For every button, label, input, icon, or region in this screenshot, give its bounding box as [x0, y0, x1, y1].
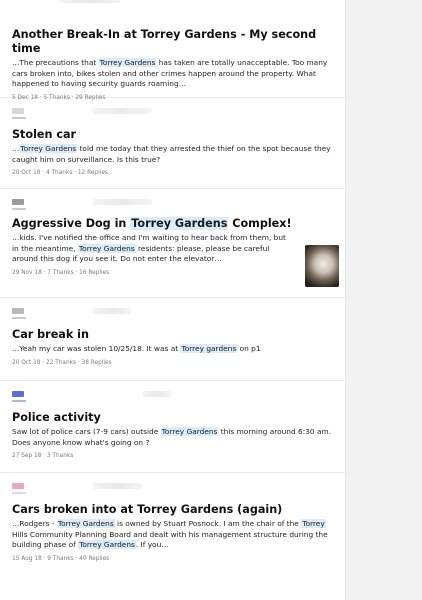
- post-excerpt: …Yeah my car was stolen 10/25/18. It was…: [12, 344, 333, 355]
- post-author-row: [12, 298, 333, 320]
- post-card[interactable]: Another Break-In at Torrey Gardens - My …: [0, 0, 345, 101]
- avatar[interactable]: [12, 199, 26, 210]
- excerpt-text: …Yeah my car was stolen 10/25/18. It was…: [12, 344, 181, 353]
- post-title[interactable]: Car break in: [12, 328, 333, 342]
- post-author-row: [12, 189, 333, 211]
- post-excerpt: …Rodgers - Torrey Gardens is owned by St…: [12, 519, 333, 551]
- highlight-term: Torrey Gardens: [56, 519, 115, 528]
- highlight-term: Torrey Gardens: [77, 243, 136, 253]
- post-card[interactable]: Stolen car …Torrey Gardens told me today…: [0, 98, 345, 189]
- avatar[interactable]: [12, 391, 26, 402]
- post-title[interactable]: Cars broken into at Torrey Gardens (agai…: [12, 503, 333, 517]
- post-title[interactable]: Aggressive Dog in Torrey Gardens Complex…: [12, 217, 333, 231]
- highlight-term: Torrey Gardens: [160, 427, 219, 436]
- excerpt-text: on p1: [237, 344, 261, 353]
- excerpt-text: is owned by Stuart Posnock. I am the cha…: [114, 519, 302, 528]
- post-card[interactable]: Cars broken into at Torrey Gardens (agai…: [0, 473, 345, 600]
- excerpt-text: Saw lot of police cars (7-9 cars) outsid…: [12, 427, 161, 436]
- post-title[interactable]: Stolen car: [12, 128, 333, 142]
- highlight-term: Torrey Gardens: [98, 58, 157, 67]
- excerpt-text: Hills Community Planning Board and dealt…: [12, 529, 328, 550]
- author-name[interactable]: [142, 391, 172, 397]
- post-meta: 20 Oct 18 · 22 Thanks · 38 Replies: [12, 359, 112, 366]
- author-name[interactable]: [92, 308, 132, 314]
- post-card[interactable]: Police activity Saw lot of police cars (…: [0, 381, 345, 473]
- post-excerpt: …Torrey Gardens told me today that they …: [12, 144, 333, 165]
- author-name[interactable]: [92, 108, 152, 114]
- post-meta: 29 Nov 18 · 7 Thanks · 16 Replies: [12, 269, 110, 276]
- avatar[interactable]: [12, 108, 26, 119]
- post-card[interactable]: Aggressive Dog in Torrey Gardens Complex…: [0, 189, 345, 298]
- highlight-term: Torrey gardens: [180, 344, 238, 353]
- post-author-row: [12, 473, 333, 495]
- post-excerpt: …The precautions that Torrey Gardens has…: [12, 58, 333, 90]
- post-meta: 27 Sep 18 · 3 Thanks: [12, 453, 74, 459]
- highlight-term: Torrey Gardens: [130, 217, 229, 230]
- author-name[interactable]: [92, 483, 142, 489]
- title-text: Complex!: [228, 217, 292, 230]
- title-text: Aggressive Dog in: [12, 217, 131, 230]
- excerpt-text: …The precautions that: [12, 58, 99, 67]
- search-results-feed: Another Break-In at Torrey Gardens - My …: [0, 0, 346, 600]
- highlight-term: Torrey: [301, 519, 326, 528]
- avatar[interactable]: [12, 308, 26, 319]
- post-author-row: [12, 98, 333, 120]
- author-name[interactable]: [92, 199, 152, 205]
- post-title[interactable]: Police activity: [12, 411, 333, 425]
- post-thumbnail[interactable]: [305, 245, 339, 287]
- post-title[interactable]: Another Break-In at Torrey Gardens - My …: [12, 28, 333, 56]
- highlight-term: Torrey Gardens: [19, 144, 78, 153]
- post-excerpt: …kids. I've notified the office and I'm …: [12, 233, 333, 265]
- excerpt-text: . If you…: [135, 540, 169, 549]
- post-meta: 20 Oct 18 · 4 Thanks · 12 Replies: [12, 170, 108, 176]
- excerpt-text: …Rodgers -: [12, 519, 57, 528]
- post-excerpt: Saw lot of police cars (7-9 cars) outsid…: [12, 427, 333, 448]
- post-card[interactable]: Car break in …Yeah my car was stolen 10/…: [0, 298, 345, 381]
- post-author-row: [12, 381, 333, 403]
- post-meta: 15 Aug 18 · 9 Thanks · 40 Replies: [12, 555, 110, 562]
- avatar[interactable]: [12, 483, 26, 494]
- highlight-term: Torrey Gardens: [78, 540, 136, 549]
